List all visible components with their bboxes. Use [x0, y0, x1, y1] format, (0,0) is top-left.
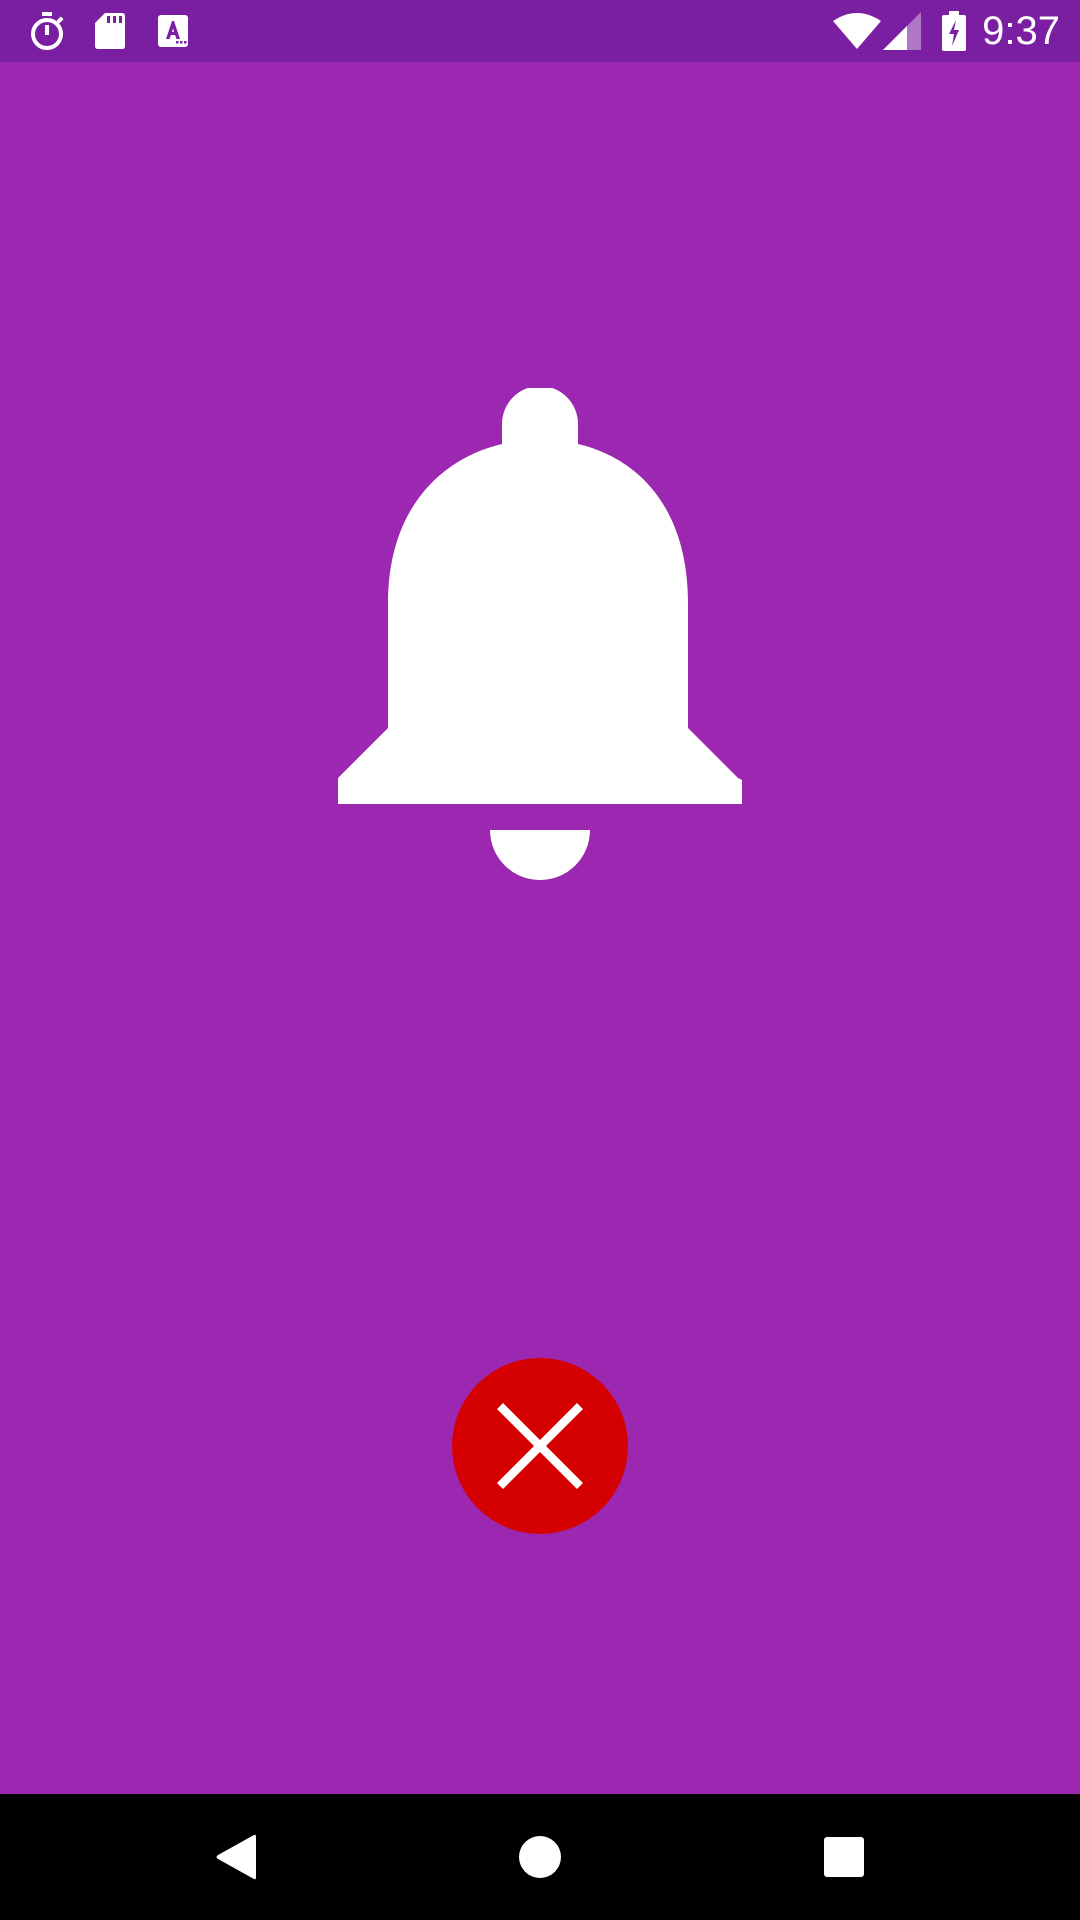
recents-icon: [824, 1837, 864, 1877]
back-icon: [216, 1834, 256, 1880]
font-app-icon: [152, 0, 194, 62]
status-time: 9:37: [982, 9, 1060, 53]
dismiss-button[interactable]: [452, 1358, 628, 1534]
battery-charging-icon: [938, 0, 970, 62]
close-icon: [497, 1403, 583, 1489]
wifi-icon: [830, 0, 884, 62]
navigation-bar: [0, 1794, 1080, 1920]
back-button[interactable]: [156, 1794, 316, 1920]
home-icon: [519, 1836, 561, 1878]
bell-icon: [338, 388, 742, 880]
timer-icon: [24, 0, 70, 62]
recents-button[interactable]: [764, 1794, 924, 1920]
sd-card-icon: [90, 0, 130, 62]
alarm-screen: 9:37: [0, 0, 1080, 1920]
cell-signal-icon: [882, 0, 924, 62]
status-bar: 9:37: [0, 0, 1080, 62]
home-button[interactable]: [460, 1794, 620, 1920]
